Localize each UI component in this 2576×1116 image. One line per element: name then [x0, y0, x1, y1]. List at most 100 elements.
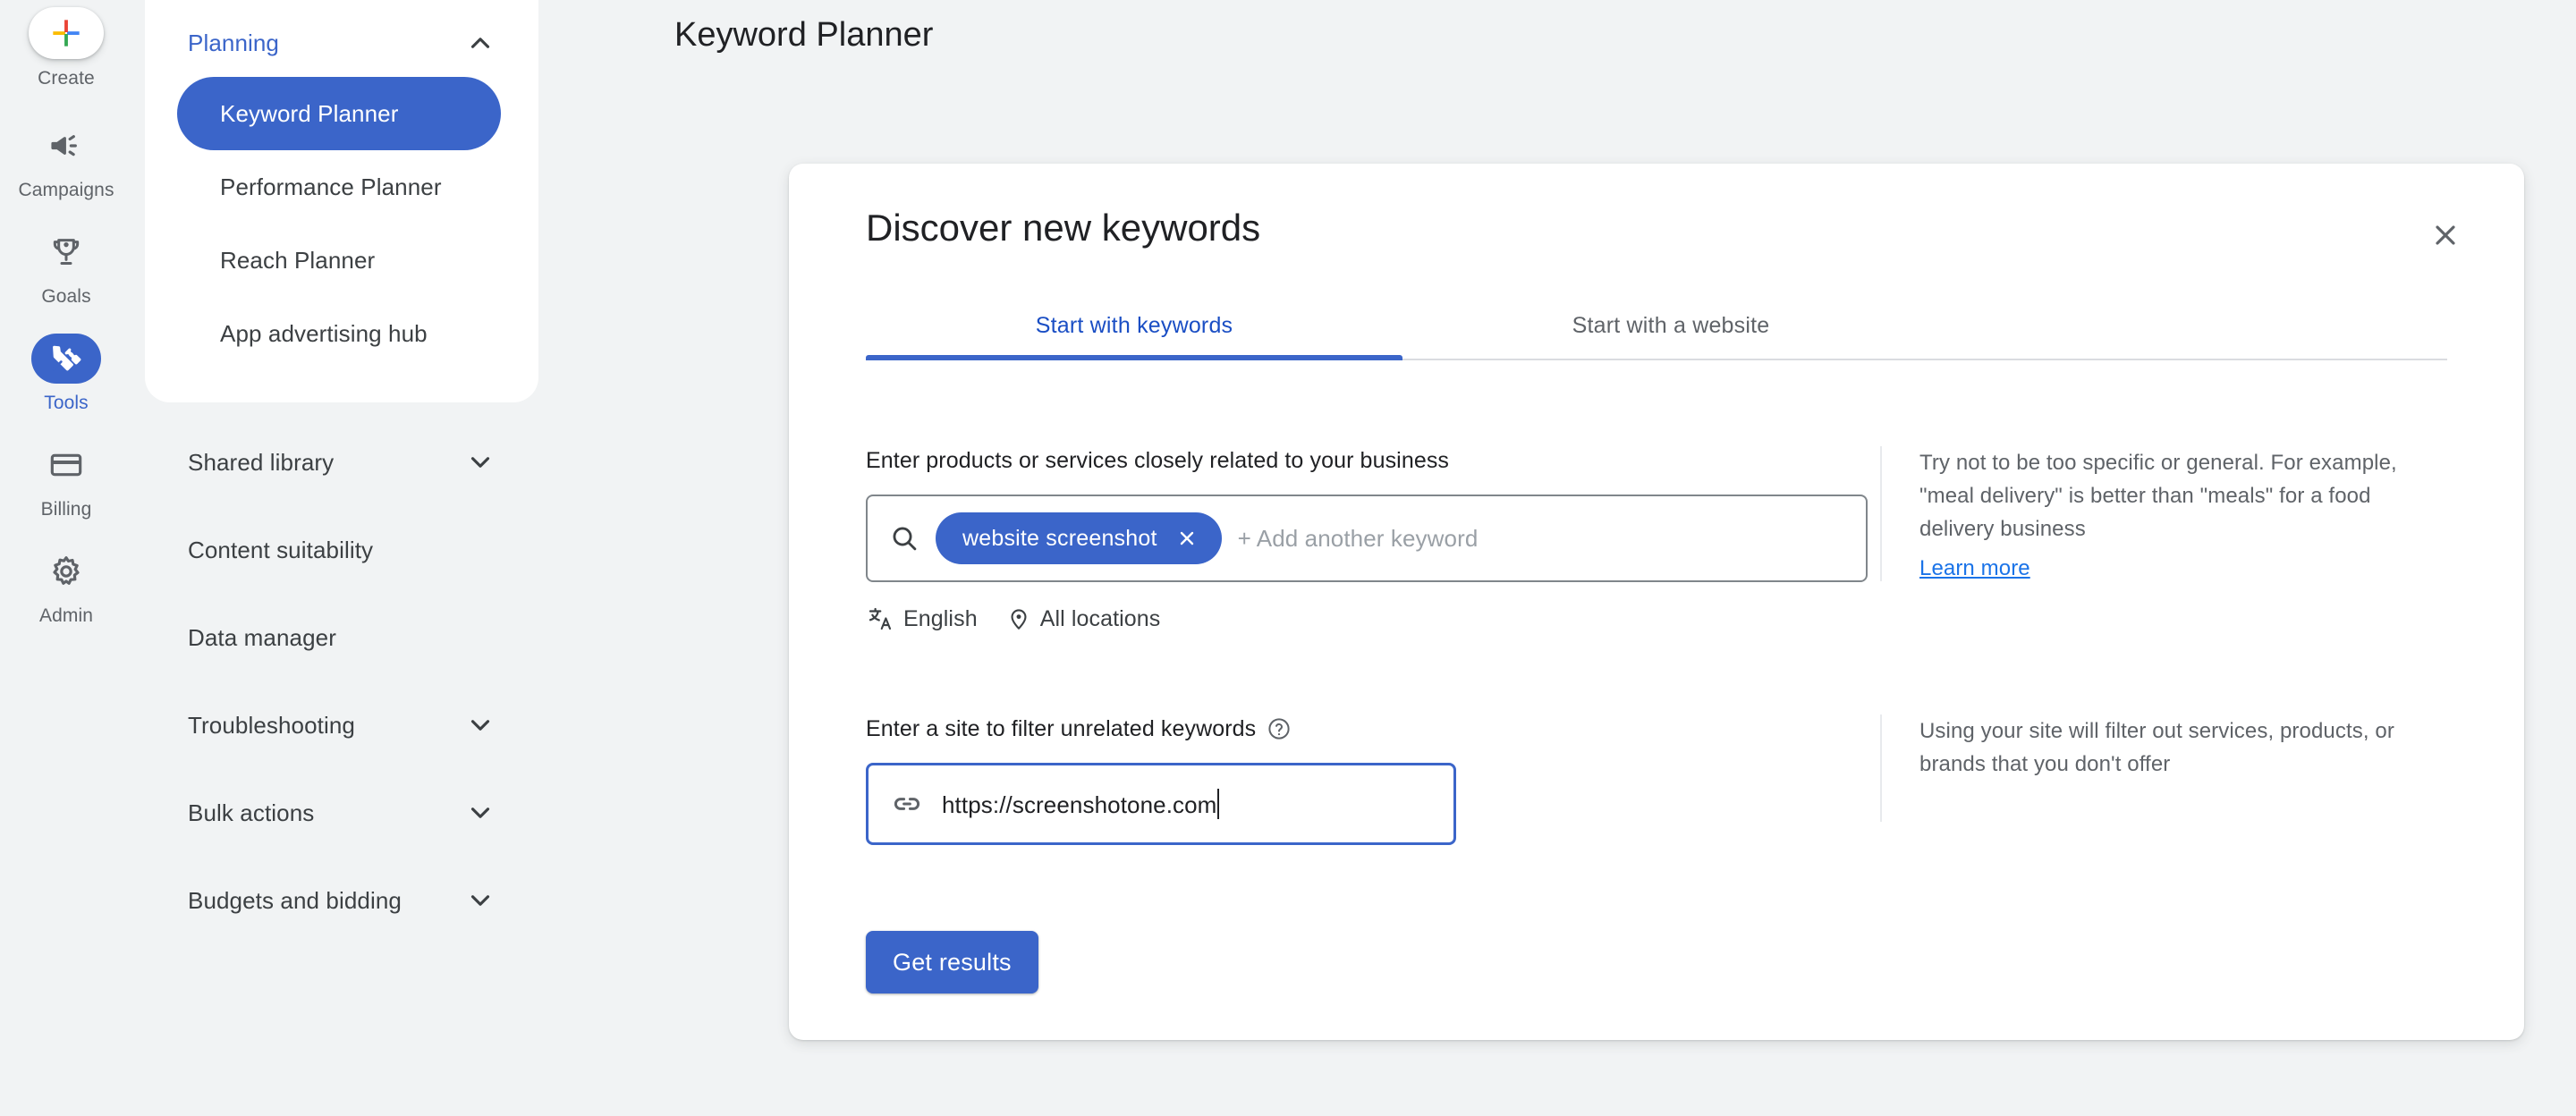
site-help-button[interactable]	[1267, 716, 1292, 741]
chevron-down-icon[interactable]	[465, 710, 496, 740]
billing-pill[interactable]	[31, 440, 101, 490]
keyword-chip[interactable]: website screenshot	[936, 512, 1222, 564]
site-field-label: Enter a site to filter unrelated keyword…	[866, 714, 1868, 743]
keywords-field-label: Enter products or services closely relat…	[866, 446, 1868, 475]
learn-more-link[interactable]: Learn more	[1919, 556, 2030, 581]
sidebar-item-label: Performance Planner	[220, 173, 442, 200]
chevron-down-icon[interactable]	[465, 798, 496, 828]
sidebar-section-label: Budgets and bidding	[188, 886, 402, 914]
rail-label-tools: Tools	[44, 393, 89, 413]
chevron-down-icon[interactable]	[465, 447, 496, 478]
admin-pill[interactable]	[31, 546, 101, 596]
chevron-up-icon[interactable]	[465, 28, 496, 58]
keywords-field-group: Enter products or services closely relat…	[866, 446, 1868, 632]
remove-keyword-chip-button[interactable]	[1175, 527, 1199, 550]
language-selector[interactable]: English	[868, 605, 978, 632]
tab-start-with-keywords[interactable]: Start with keywords	[866, 292, 1402, 360]
sidebar-section-troubleshooting[interactable]: Troubleshooting	[145, 681, 538, 769]
sidebar-item-label: App advertising hub	[220, 319, 428, 347]
keywords-input-box[interactable]: website screenshot + Add another keyword	[866, 495, 1868, 582]
rail-item-campaigns[interactable]: Campaigns	[0, 121, 132, 202]
sidebar-collapsed-sections: Shared library Content suitability Data …	[145, 402, 538, 944]
create-fab[interactable]	[29, 7, 104, 59]
location-selector[interactable]: All locations	[1006, 606, 1161, 632]
primary-nav-rail: Create Campaigns Goals Tools Billing Adm…	[0, 0, 132, 1116]
sidebar-item-keyword-planner[interactable]: Keyword Planner	[177, 77, 501, 150]
rail-item-tools[interactable]: Tools	[0, 334, 132, 415]
site-hint-text: Using your site will filter out services…	[1919, 719, 2394, 776]
sidebar-section-planning[interactable]: Planning	[145, 9, 538, 77]
goals-pill[interactable]	[31, 227, 101, 277]
close-dialog-button[interactable]	[2419, 208, 2472, 262]
campaigns-pill[interactable]	[31, 121, 101, 171]
keywords-hint-panel: Try not to be too specific or general. F…	[1880, 446, 2447, 581]
sidebar-item-app-advertising-hub[interactable]: App advertising hub	[166, 297, 530, 370]
dialog-title: Discover new keywords	[866, 207, 1261, 249]
sidebar-item-reach-planner[interactable]: Reach Planner	[166, 224, 530, 297]
rail-item-create[interactable]: Create	[0, 7, 132, 90]
plus-icon	[53, 20, 80, 46]
rail-label-billing: Billing	[40, 499, 92, 520]
rail-item-admin[interactable]: Admin	[0, 546, 132, 628]
keywords-row: Enter products or services closely relat…	[789, 446, 2524, 632]
site-label-text: Enter a site to filter unrelated keyword…	[866, 716, 1257, 741]
language-label: English	[903, 605, 978, 631]
tools-icon	[52, 345, 81, 371]
sidebar-section-shared-library[interactable]: Shared library	[145, 418, 538, 506]
sidebar-section-label: Data manager	[188, 623, 336, 651]
megaphone-icon	[51, 135, 77, 156]
sidebar-section-label: Troubleshooting	[188, 711, 355, 739]
secondary-sidebar: Planning Keyword Planner Performance Pla…	[145, 0, 538, 1116]
site-url-input-box[interactable]: https://screenshotone.com	[866, 763, 1456, 845]
sidebar-section-bulk-actions[interactable]: Bulk actions	[145, 769, 538, 857]
sidebar-section-label: Bulk actions	[188, 799, 315, 826]
site-field-group: Enter a site to filter unrelated keyword…	[866, 714, 1868, 845]
rail-label-create: Create	[38, 68, 95, 89]
sidebar-section-label: Shared library	[188, 448, 335, 476]
dialog-header: Discover new keywords	[789, 164, 2524, 262]
sidebar-section-budgets-and-bidding[interactable]: Budgets and bidding	[145, 857, 538, 944]
sidebar-item-label: Keyword Planner	[220, 99, 399, 127]
get-results-button[interactable]: Get results	[866, 931, 1038, 993]
sidebar-item-performance-planner[interactable]: Performance Planner	[166, 150, 530, 224]
help-circle-icon	[1268, 718, 1290, 740]
text-cursor	[1217, 789, 1220, 819]
close-icon	[2436, 225, 2455, 245]
tools-pill[interactable]	[31, 334, 101, 384]
keywords-meta-row: English All locations	[866, 605, 1868, 632]
gear-icon	[53, 556, 80, 585]
rail-label-campaigns: Campaigns	[18, 180, 114, 200]
site-url-value: https://screenshotone.com	[942, 791, 1217, 818]
trophy-icon	[53, 239, 80, 265]
main-content: Keyword Planner Discover new keywords St…	[538, 0, 2576, 1116]
rail-label-goals: Goals	[41, 286, 91, 307]
sidebar-section-content-suitability[interactable]: Content suitability	[145, 506, 538, 594]
tab-label: Start with a website	[1572, 312, 1770, 338]
add-keyword-input[interactable]: + Add another keyword	[1238, 525, 1479, 553]
keywords-hint-text: Try not to be too specific or general. F…	[1919, 451, 2397, 541]
rail-item-billing[interactable]: Billing	[0, 440, 132, 521]
planning-section-card: Planning Keyword Planner Performance Pla…	[145, 0, 538, 402]
sidebar-section-data-manager[interactable]: Data manager	[145, 594, 538, 681]
keyword-chip-label: website screenshot	[962, 525, 1157, 551]
tab-label: Start with keywords	[1035, 312, 1233, 338]
close-icon	[1180, 531, 1193, 545]
tab-start-with-a-website[interactable]: Start with a website	[1402, 292, 1939, 359]
credit-card-icon	[50, 453, 82, 477]
rail-item-goals[interactable]: Goals	[0, 227, 132, 309]
discover-new-keywords-dialog: Discover new keywords Start with keyword…	[789, 164, 2524, 1040]
translate-icon	[869, 607, 892, 630]
site-url-input[interactable]: https://screenshotone.com	[942, 789, 1220, 819]
dialog-tabs: Start with keywords Start with a website	[866, 292, 2447, 360]
keywords-label-text: Enter products or services closely relat…	[866, 448, 1450, 473]
location-label: All locations	[1039, 605, 1161, 631]
chevron-down-icon[interactable]	[465, 885, 496, 916]
keyword-planner-app: Create Campaigns Goals Tools Billing Adm…	[0, 0, 2576, 1116]
rail-label-admin: Admin	[38, 605, 94, 626]
location-pin-icon	[1011, 609, 1027, 630]
page-title: Keyword Planner	[674, 16, 934, 54]
planning-section-label: Planning	[188, 30, 279, 56]
